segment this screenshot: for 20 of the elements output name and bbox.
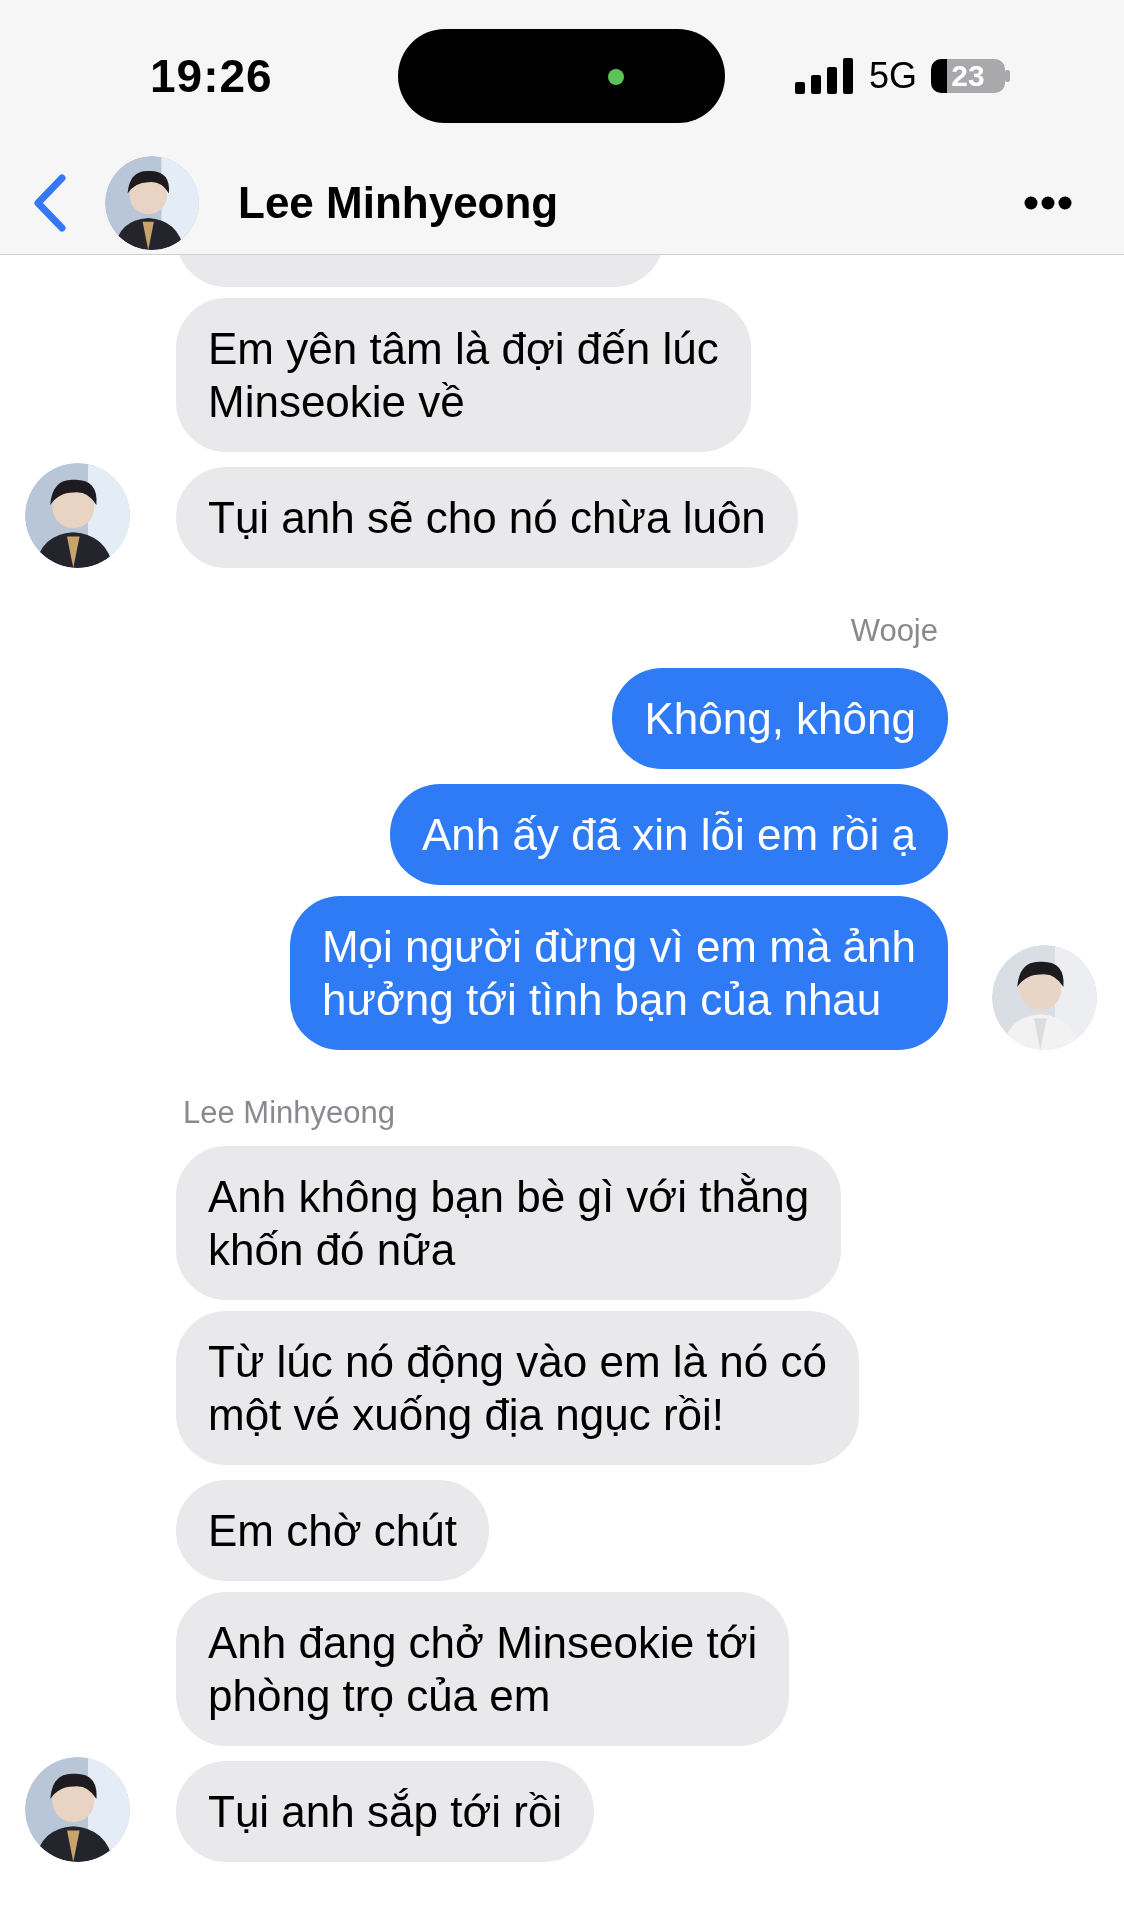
more-icon[interactable] <box>1024 196 1072 210</box>
signal-icon <box>795 58 855 94</box>
message-bubble: Tụi anh sắp tới rồi <box>176 1761 595 1862</box>
sender-name: Wooje <box>849 614 939 648</box>
message-bubble: Mọi người đừng vì em mà ảnh hưởng tới tình bạn của nhau <box>289 896 948 1050</box>
message-bubble: Em chờ chút <box>176 1480 489 1581</box>
sender-name: Lee Minhyeong <box>182 1096 396 1130</box>
message-bubble: Từ lúc nó động vào em là nó có một vé xuống địa ngục rồi! <box>176 1311 859 1465</box>
contact-name[interactable]: Lee Minhyeong <box>238 178 1024 228</box>
message-bubble: Anh ấy đã xin lỗi em rồi ạ <box>389 784 948 885</box>
network-label: 5G <box>869 55 918 97</box>
battery-level: 23 <box>931 59 1006 93</box>
message-bubble: Em yên tâm là đợi đến lúc Minseokie về <box>176 298 751 452</box>
camera-indicator-icon <box>608 69 624 85</box>
message-bubble: Anh không bạn bè gì với thằng khốn đó nữa <box>176 1146 842 1300</box>
status-time: 19:26 <box>150 49 274 103</box>
battery-tip-icon <box>1005 70 1011 82</box>
message-bubble: Anh đang chở Minseokie tới phòng trọ của em <box>176 1592 790 1746</box>
message-bubble: Không, không <box>612 668 948 769</box>
message-bubble: Tụi anh sẽ cho nó chừa luôn <box>176 467 798 568</box>
